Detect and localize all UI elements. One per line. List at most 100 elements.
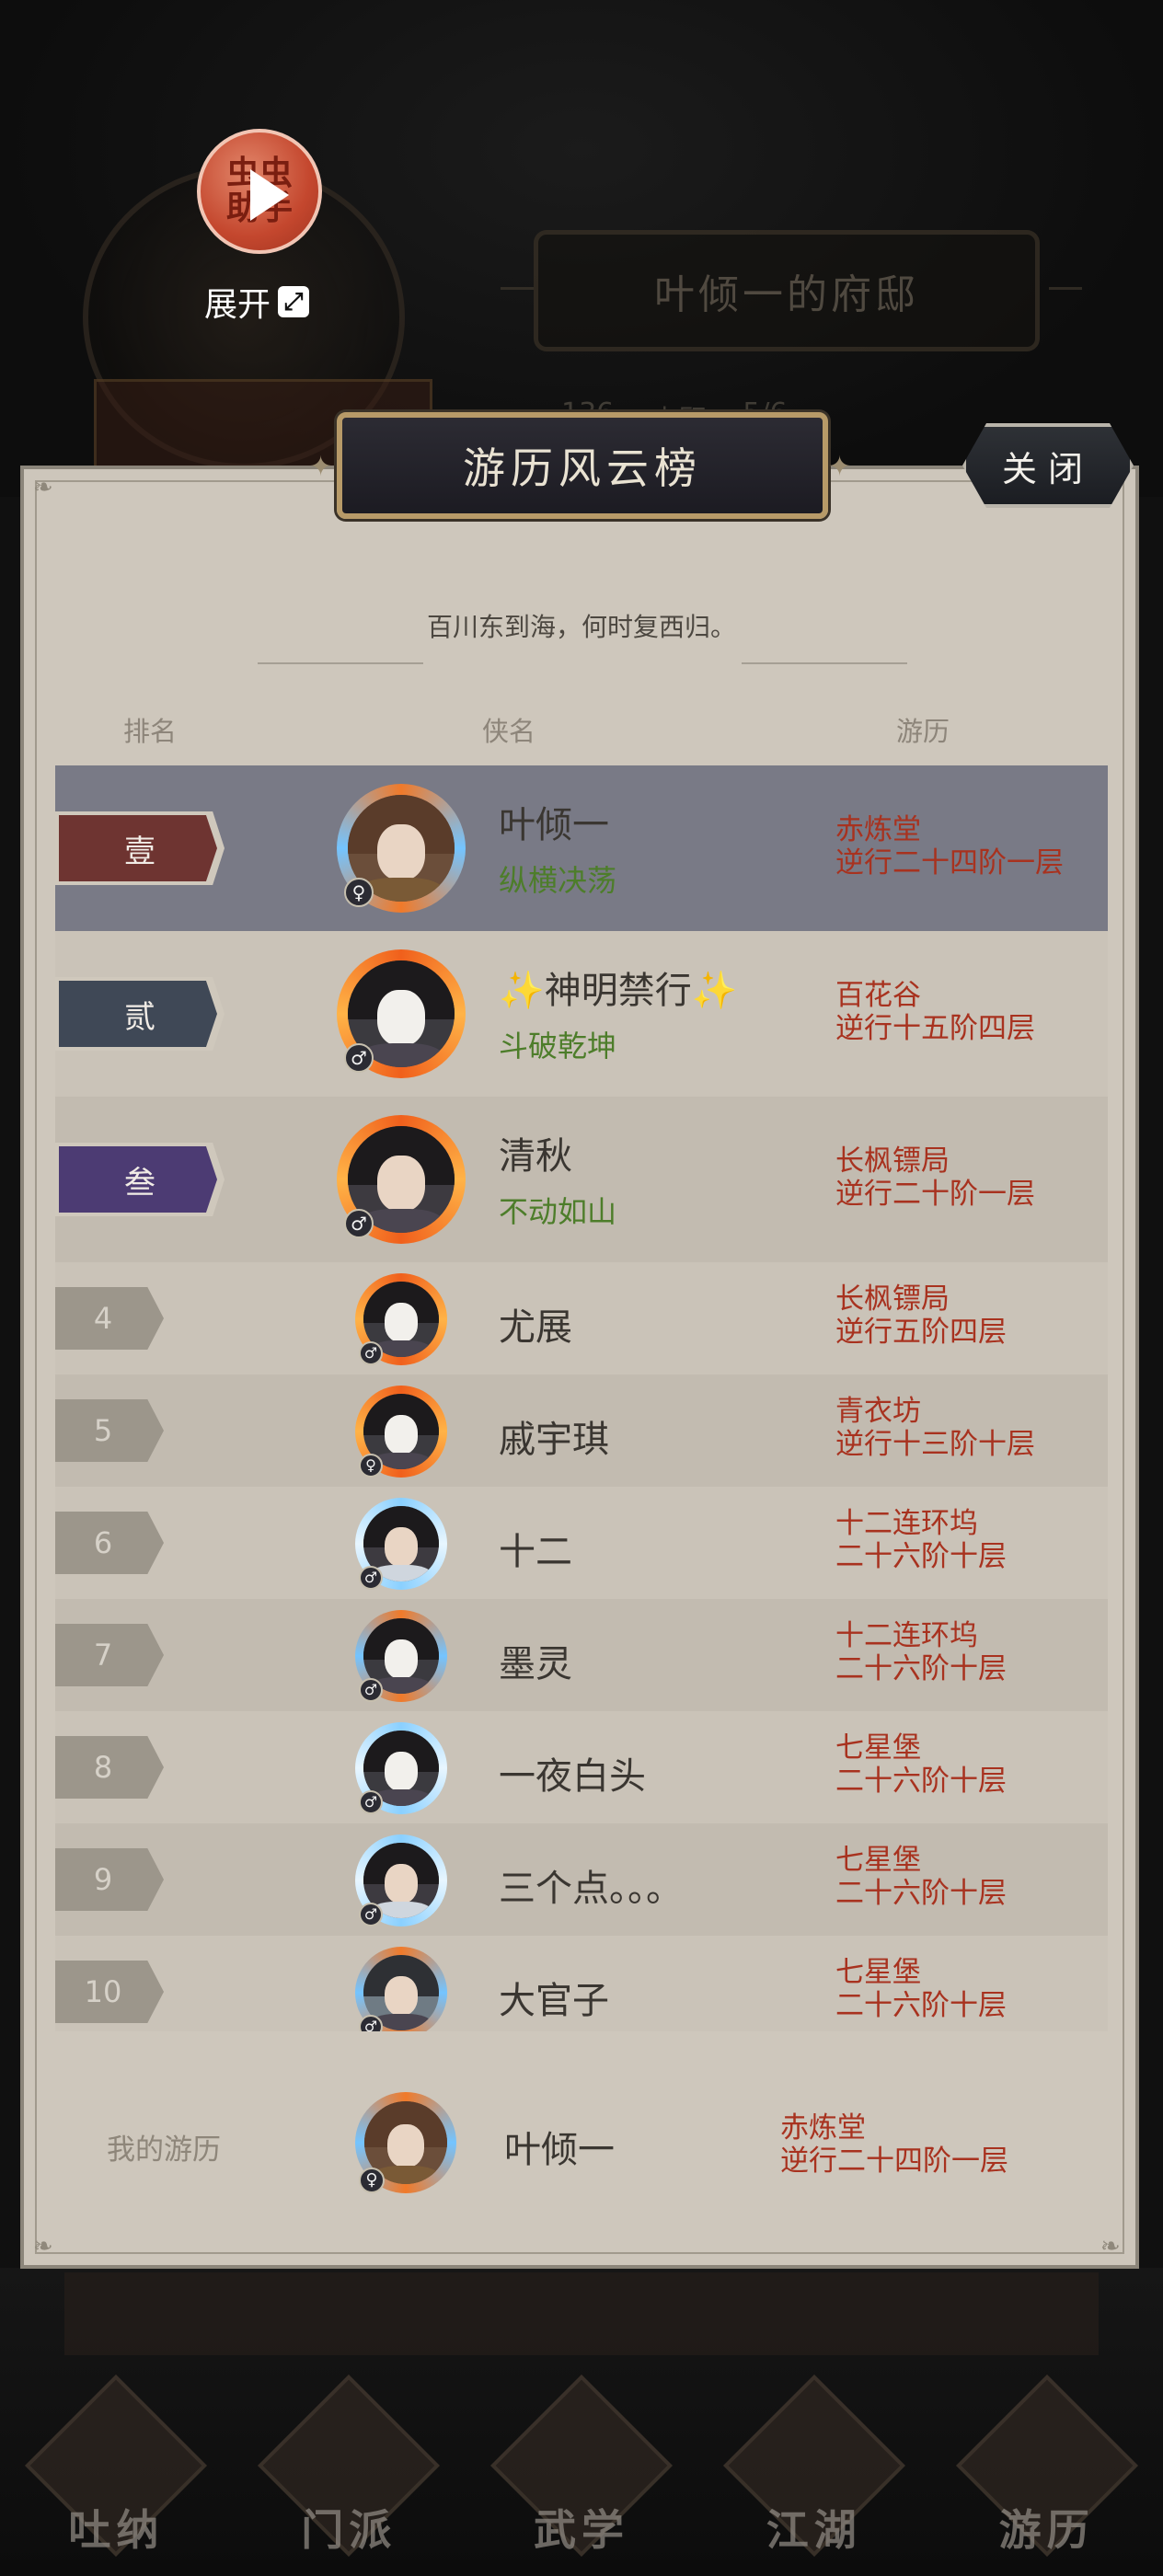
rank-badge: 4 xyxy=(55,1287,164,1350)
player-name: 三个点。。。 xyxy=(499,1868,683,1910)
player-progress: 二十六阶十层 xyxy=(835,1877,1007,1910)
gender-female-icon: ♀ xyxy=(344,878,374,907)
helper-button[interactable]: 虫虫助手 xyxy=(197,129,322,254)
player-name: 一夜白头 xyxy=(499,1755,646,1798)
my-record-label: 我的游历 xyxy=(107,2133,221,2167)
ranking-row[interactable]: 贰 ♂ ✨神明禁行✨ 斗破乾坤 百花谷 逆行十五阶四层 xyxy=(55,931,1108,1097)
rank-number: 壹 xyxy=(124,833,155,870)
nav-label: 门派 xyxy=(301,2505,397,2555)
player-sect: 赤炼堂 xyxy=(835,813,921,846)
ranking-row[interactable]: 叁 ♂ 清秋 不动如山 长枫镖局 逆行二十阶一层 xyxy=(55,1097,1108,1262)
rank-badge: 叁 xyxy=(55,1143,225,1216)
player-sect: 长枫镖局 xyxy=(835,1282,950,1316)
corner-ornament-icon: ❧ xyxy=(33,474,53,501)
player-avatar[interactable]: ♀ xyxy=(355,1386,447,1478)
ranking-row[interactable]: 9 ♂ 三个点。。。 七星堡 二十六阶十层 xyxy=(55,1823,1108,1936)
player-name: 大官子 xyxy=(499,1980,609,2022)
helper-expand-button[interactable]: 展开 ⤢ xyxy=(204,276,310,328)
nav-youli[interactable]: 游历 xyxy=(955,2375,1139,2558)
ranking-row[interactable]: 壹 ♀ 叶倾一 纵横决荡 赤炼堂 逆行二十四阶一层 xyxy=(55,765,1108,931)
play-icon xyxy=(250,169,289,221)
mansion-title: 叶倾一的府邸 xyxy=(654,271,919,318)
player-progress: 逆行二十四阶一层 xyxy=(835,846,1064,880)
close-label: 关闭 xyxy=(1001,448,1094,489)
player-sect: 七星堡 xyxy=(835,1731,921,1765)
nav-menpai[interactable]: 门派 xyxy=(257,2375,441,2558)
title-dash-left xyxy=(501,287,534,290)
rank-number: 叁 xyxy=(124,1164,155,1202)
rank-badge: 6 xyxy=(55,1512,164,1574)
player-progress: 逆行五阶四层 xyxy=(835,1316,1007,1349)
player-progress: 逆行十五阶四层 xyxy=(835,1012,1035,1045)
player-avatar[interactable]: ♂ xyxy=(355,1722,447,1814)
motto-divider-left xyxy=(258,662,423,664)
rank-number: 4 xyxy=(93,1301,113,1336)
bottom-nav: 吐纳 门派 武学 江湖 游历 xyxy=(0,2375,1163,2576)
column-header-rank: 排名 xyxy=(123,716,178,747)
player-progress: 二十六阶十层 xyxy=(835,1989,1007,2022)
player-title: 纵横决荡 xyxy=(499,863,617,898)
rank-badge: 9 xyxy=(55,1848,164,1911)
nav-tuna[interactable]: 吐纳 xyxy=(24,2375,208,2558)
my-progress: 逆行二十四阶一层 xyxy=(780,2145,1008,2178)
panel-motto: 百川东到海，何时复西归。 xyxy=(426,612,736,642)
nav-label: 武学 xyxy=(533,2505,629,2555)
gender-male-icon: ♂ xyxy=(344,1043,374,1073)
ranking-row[interactable]: 6 ♂ 十二 十二连环坞 二十六阶十层 xyxy=(55,1487,1108,1599)
rank-badge: 贰 xyxy=(55,977,225,1051)
gender-male-icon: ♂ xyxy=(359,1790,383,1814)
title-dash-right xyxy=(1049,287,1082,290)
nav-jianghu[interactable]: 江湖 xyxy=(722,2375,906,2558)
player-avatar[interactable]: ♂ xyxy=(355,1834,447,1926)
player-title: 斗破乾坤 xyxy=(499,1029,617,1064)
close-button[interactable]: 关闭 xyxy=(962,423,1134,508)
gender-male-icon: ♂ xyxy=(359,1903,383,1926)
player-title: 不动如山 xyxy=(499,1194,617,1229)
ranking-row[interactable]: 10 ♂ 大官子 七星堡 二十六阶十层 xyxy=(55,1936,1108,2031)
ranking-row[interactable]: 5 ♀ 戚宇琪 青衣坊 逆行十三阶十层 xyxy=(55,1374,1108,1487)
corner-ornament-icon: ❧ xyxy=(1100,2233,1121,2260)
player-progress: 逆行十三阶十层 xyxy=(835,1428,1035,1461)
rank-number: 7 xyxy=(93,1638,113,1673)
background-strip xyxy=(64,2272,1099,2355)
rank-badge: 7 xyxy=(55,1624,164,1686)
player-progress: 二十六阶十层 xyxy=(835,1652,1007,1685)
player-avatar[interactable]: ♀ xyxy=(337,784,466,913)
rank-number: 6 xyxy=(93,1525,113,1560)
my-name: 叶倾一 xyxy=(504,2129,615,2171)
player-avatar[interactable]: ♂ xyxy=(355,1947,447,2031)
player-avatar[interactable]: ♂ xyxy=(337,949,466,1078)
rank-number: 10 xyxy=(84,1974,122,2009)
ranking-list[interactable]: 壹 ♀ 叶倾一 纵横决荡 赤炼堂 逆行二十四阶一层 贰 ♂ ✨神明禁行✨ 斗破乾… xyxy=(55,765,1108,2031)
rank-badge: 5 xyxy=(55,1399,164,1462)
player-sect: 青衣坊 xyxy=(835,1395,921,1428)
player-name: 叶倾一 xyxy=(499,804,609,846)
expand-label: 展开 xyxy=(204,286,271,324)
rank-number: 9 xyxy=(93,1862,113,1897)
player-progress: 二十六阶十层 xyxy=(835,1765,1007,1798)
gender-male-icon: ♂ xyxy=(359,1678,383,1702)
player-avatar[interactable]: ♂ xyxy=(355,1273,447,1365)
player-avatar[interactable]: ♂ xyxy=(355,1498,447,1590)
motto-divider-right xyxy=(742,662,907,664)
player-name: 十二 xyxy=(499,1531,572,1573)
my-avatar[interactable]: ♀ xyxy=(355,2092,456,2193)
player-avatar[interactable]: ♂ xyxy=(355,1610,447,1702)
gender-male-icon: ♂ xyxy=(359,1341,383,1365)
panel-title-plaque: 游历风云榜 xyxy=(337,412,828,519)
gender-female-icon: ♀ xyxy=(359,2168,385,2193)
ranking-row[interactable]: 4 ♂ 尤展 长枫镖局 逆行五阶四层 xyxy=(55,1262,1108,1374)
player-name: 清秋 xyxy=(499,1135,572,1178)
nav-label: 吐纳 xyxy=(68,2505,165,2555)
ranking-row[interactable]: 8 ♂ 一夜白头 七星堡 二十六阶十层 xyxy=(55,1711,1108,1823)
nav-label: 江湖 xyxy=(766,2505,862,2555)
player-progress: 二十六阶十层 xyxy=(835,1540,1007,1573)
nav-wuxue[interactable]: 武学 xyxy=(489,2375,674,2558)
player-avatar[interactable]: ♂ xyxy=(337,1115,466,1244)
ranking-row[interactable]: 7 ♂ 墨灵 十二连环坞 二十六阶十层 xyxy=(55,1599,1108,1711)
rank-badge: 10 xyxy=(55,1961,164,2023)
player-sect: 十二连环坞 xyxy=(835,1507,978,1540)
expand-icon: ⤢ xyxy=(278,286,310,317)
rank-number: 8 xyxy=(93,1750,113,1785)
player-name: ✨神明禁行✨ xyxy=(499,970,738,1012)
